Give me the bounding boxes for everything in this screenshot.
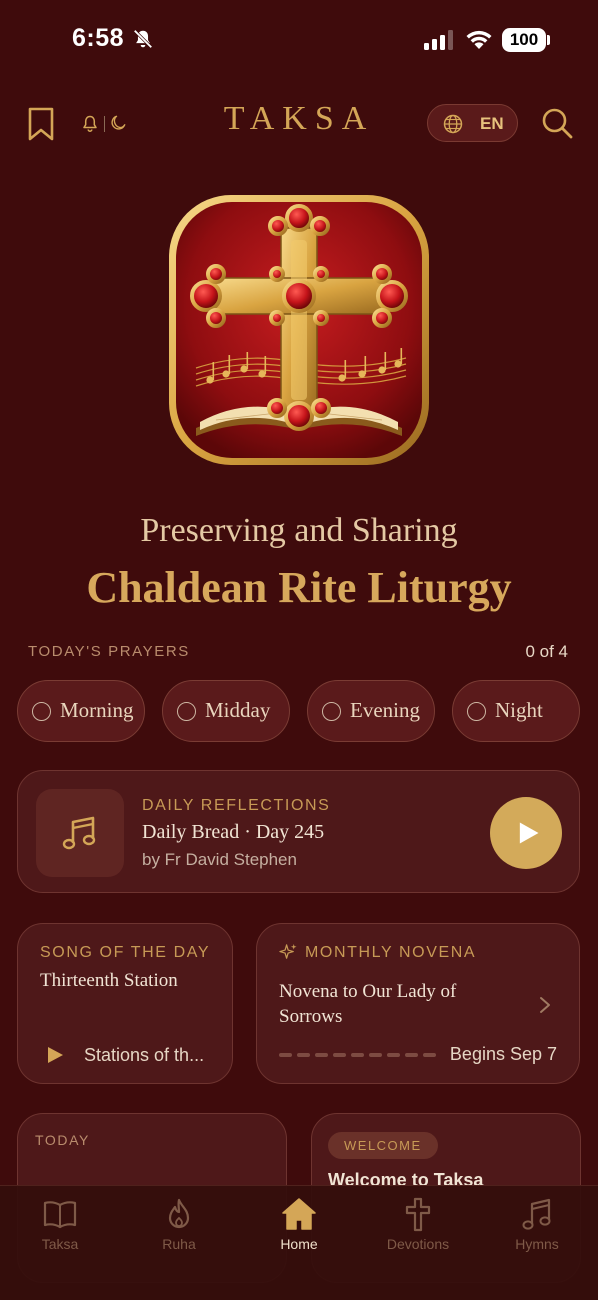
unchecked-circle-icon [467, 702, 486, 721]
prayer-count: 0 of 4 [525, 642, 568, 661]
status-time: 6:58 [72, 24, 125, 52]
prayer-chip-night[interactable]: Night [452, 680, 580, 742]
battery-indicator: 100 [502, 28, 546, 52]
prayer-chip-label: Morning [60, 698, 134, 722]
search-icon[interactable] [540, 106, 574, 140]
sparkles-icon [279, 943, 297, 959]
tab-label: Hymns [515, 1236, 559, 1252]
novena-progress-dash [351, 1053, 364, 1057]
unchecked-circle-icon [32, 702, 51, 721]
home-icon [282, 1198, 316, 1230]
hero-headline: Chaldean Rite Liturgy [86, 563, 512, 612]
tab-bar: Taksa Ruha Home Devotions Hymns [0, 1185, 598, 1300]
tab-label: Devotions [386, 1236, 450, 1252]
tab-label: Taksa [41, 1236, 79, 1252]
tab-taksa[interactable]: Taksa [5, 1196, 115, 1252]
prayer-chip-label: Midday [205, 698, 271, 722]
prayer-chip-label: Evening [350, 698, 420, 722]
bell-off-icon [133, 29, 153, 49]
novena-progress-dash [405, 1053, 418, 1057]
play-icon [519, 822, 539, 844]
novena-progress-dash [315, 1053, 328, 1057]
tab-hymns[interactable]: Hymns [482, 1196, 592, 1252]
prayer-chip-midday[interactable]: Midday [162, 680, 290, 742]
tab-ruha[interactable]: Ruha [124, 1196, 234, 1252]
prayer-chip-morning[interactable]: Morning [17, 680, 145, 742]
tab-home[interactable]: Home [244, 1196, 354, 1252]
novena-progress-dash [369, 1053, 382, 1057]
wifi-icon [466, 30, 492, 49]
reflection-play-button[interactable] [490, 797, 562, 869]
novena-progress-dash [423, 1053, 436, 1057]
reflection-thumbnail [36, 789, 124, 877]
novena-progress-dash [279, 1053, 292, 1057]
novena-status: Begins Sep 7 [449, 1044, 557, 1064]
prayer-chip-evening[interactable]: Evening [307, 680, 435, 742]
daily-reflections-card[interactable]: DAILY REFLECTIONS Daily Bread · Day 245 … [17, 770, 580, 893]
flame-icon [168, 1198, 190, 1229]
music-note-icon [62, 816, 96, 850]
reflection-label: DAILY REFLECTIONS [142, 797, 331, 814]
status-bar: 6:58 100 [0, 0, 598, 80]
unchecked-circle-icon [322, 702, 341, 721]
song-title: Thirteenth Station [40, 970, 178, 991]
app-logo [169, 195, 429, 465]
prayer-chip-label: Night [495, 698, 543, 722]
cellular-signal-icon [424, 30, 453, 50]
tab-devotions[interactable]: Devotions [363, 1196, 473, 1252]
hero-tagline: Preserving and Sharing [140, 512, 458, 549]
reflection-title: Daily Bread · Day 245 [142, 821, 325, 843]
welcome-badge: WELCOME [328, 1132, 438, 1159]
language-code: EN [480, 114, 504, 133]
tab-label: Home [280, 1236, 318, 1252]
tab-label: Ruha [162, 1236, 196, 1252]
novena-label: MONTHLY NOVENA [305, 944, 477, 961]
song-label: SONG OF THE DAY [40, 944, 211, 961]
novena-progress-dash [333, 1053, 346, 1057]
music-note-icon [522, 1198, 551, 1230]
cross-icon [405, 1197, 431, 1232]
battery-tip [547, 35, 550, 45]
play-icon[interactable] [46, 1046, 64, 1064]
unchecked-circle-icon [177, 702, 196, 721]
song-of-the-day-card[interactable]: SONG OF THE DAY Thirteenth Station Stati… [17, 923, 233, 1084]
monthly-novena-card[interactable]: MONTHLY NOVENA Novena to Our Lady of Sor… [256, 923, 580, 1084]
today-label: TODAY [35, 1132, 90, 1148]
novena-progress-dash [297, 1053, 310, 1057]
novena-title: Novena to Our Lady of Sorrows [279, 981, 457, 1027]
song-subtitle: Stations of th... [84, 1045, 205, 1065]
globe-icon [443, 114, 463, 134]
language-selector[interactable]: EN [427, 104, 518, 142]
todays-prayers-label: TODAY'S PRAYERS [28, 643, 190, 660]
novena-progress [279, 1053, 436, 1057]
reflection-author: by Fr David Stephen [142, 850, 297, 869]
novena-progress-dash [387, 1053, 400, 1057]
chevron-right-icon [540, 997, 550, 1013]
book-icon [43, 1201, 77, 1229]
